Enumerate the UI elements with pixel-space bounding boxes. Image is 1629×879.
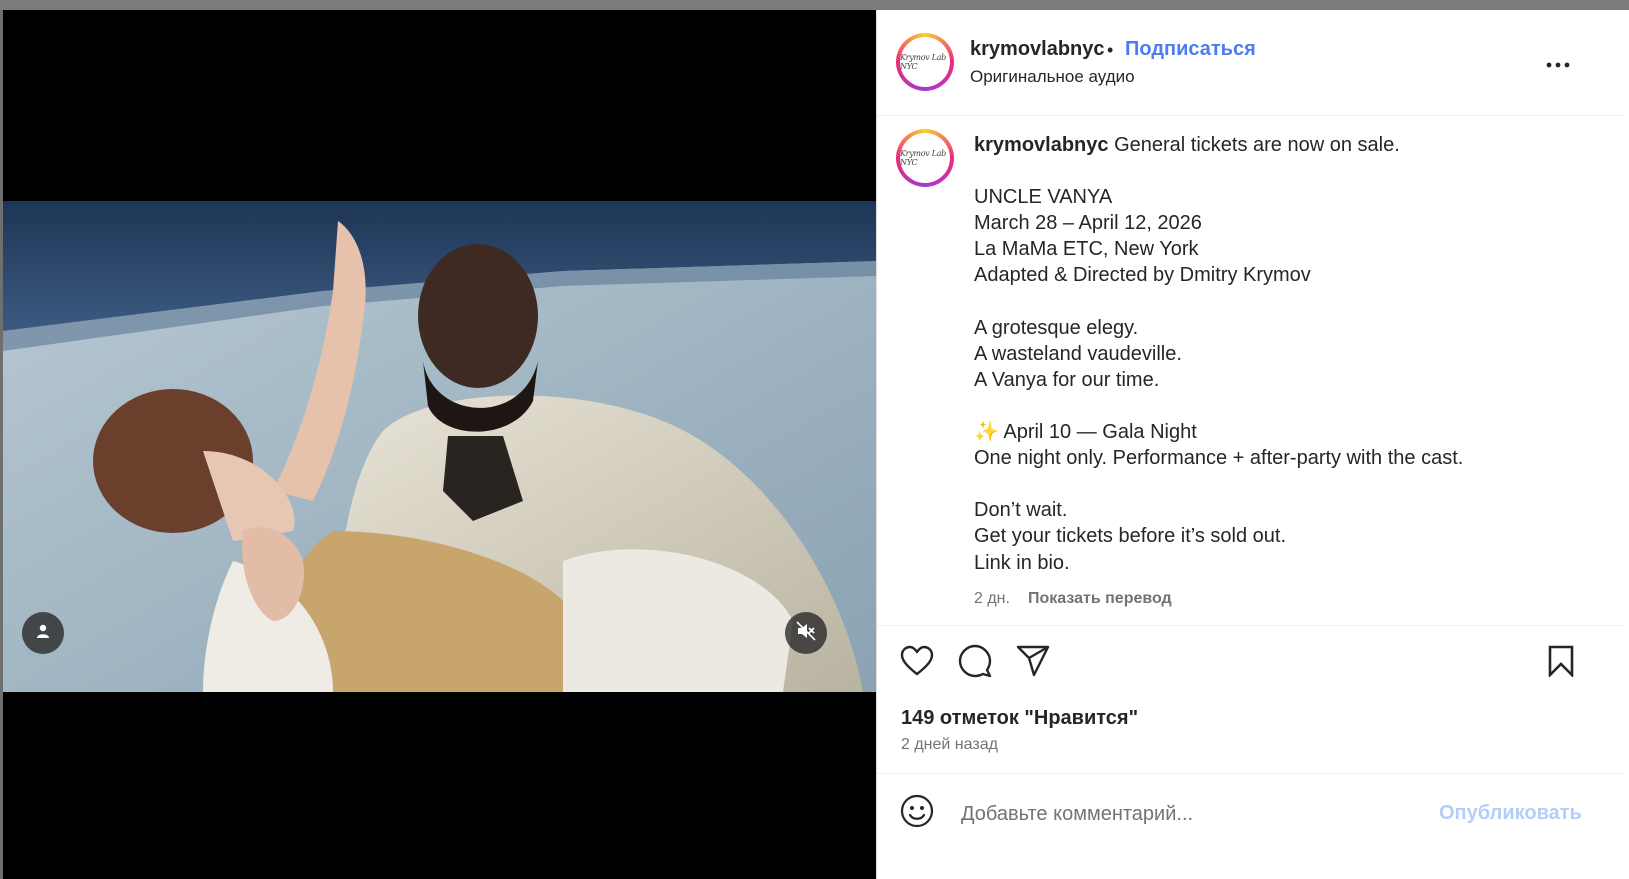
caption-line: Get your tickets before it’s sold out. <box>974 525 1287 548</box>
caption-line <box>974 289 1594 315</box>
caption-line: A Vanya for our time. <box>974 368 1160 391</box>
post-date[interactable]: 2 дней назад <box>901 736 998 754</box>
video-frame <box>3 201 876 692</box>
divider <box>877 773 1626 774</box>
more-options-button[interactable] <box>1545 45 1571 76</box>
share-button[interactable] <box>1015 645 1051 681</box>
post-sidebar: Krymov Lab NYC krymovlabnyc • Подписатьс… <box>876 10 1626 879</box>
caption-line <box>974 471 1594 497</box>
caption-line: Adapted & Directed by Dmitry Krymov <box>974 264 1311 287</box>
post-header: Krymov Lab NYC krymovlabnyc • Подписатьс… <box>877 10 1626 116</box>
share-icon <box>1016 644 1050 683</box>
user-tag-icon <box>35 623 51 644</box>
post-dialog: Krymov Lab NYC krymovlabnyc • Подписатьс… <box>3 10 1629 879</box>
divider <box>877 625 1626 626</box>
tag-user-button[interactable] <box>22 612 64 654</box>
caption-lead: General tickets are now on sale. <box>1108 134 1400 156</box>
top-strip <box>0 0 1629 10</box>
audio-label[interactable]: Оригинальное аудио <box>970 67 1135 87</box>
caption-line: One night only. Performance + after-part… <box>974 447 1464 470</box>
screen-backdrop: Krymov Lab NYC krymovlabnyc • Подписатьс… <box>0 0 1629 879</box>
caption-timestamp[interactable]: 2 дн. <box>974 590 1010 608</box>
emoji-icon <box>900 794 934 833</box>
author-avatar[interactable]: Krymov Lab NYC <box>896 33 954 91</box>
save-button[interactable] <box>1543 645 1579 681</box>
avatar-logo: Krymov Lab NYC <box>900 37 950 87</box>
bookmark-icon <box>1547 645 1575 682</box>
caption-line: UNCLE VANYA <box>974 186 1113 209</box>
caption-avatar-logo: Krymov Lab NYC <box>900 133 950 183</box>
caption-avatar[interactable]: Krymov Lab NYC <box>896 129 954 187</box>
caption-line: Link in bio. <box>974 551 1070 574</box>
caption-line <box>974 158 1594 184</box>
media-area <box>3 10 876 879</box>
caption-line: A grotesque elegy. <box>974 316 1139 339</box>
more-horizontal-icon <box>1545 45 1571 75</box>
likes-count[interactable]: 149 отметок "Нравится" <box>901 707 1138 730</box>
comment-input[interactable] <box>959 798 1403 830</box>
caption-line: Don’t wait. <box>974 499 1068 522</box>
like-button[interactable] <box>899 645 935 681</box>
head-shape <box>418 244 538 388</box>
post-video[interactable] <box>3 201 876 692</box>
mute-toggle-button[interactable] <box>785 612 827 654</box>
comment-button[interactable] <box>957 644 993 683</box>
caption-first-line: krymovlabnyc General tickets are now on … <box>974 132 1594 158</box>
comment-icon <box>958 644 992 683</box>
author-username[interactable]: krymovlabnyc <box>970 38 1105 61</box>
caption-line <box>974 393 1594 419</box>
publish-button[interactable]: Опубликовать <box>1439 802 1582 825</box>
muted-speaker-icon <box>796 620 816 646</box>
post-caption: krymovlabnyc General tickets are now on … <box>974 132 1594 576</box>
show-translation-link[interactable]: Показать перевод <box>1028 590 1172 608</box>
caption-line: La MaMa ETC, New York <box>974 238 1199 261</box>
caption-line: March 28 – April 12, 2026 <box>974 212 1202 235</box>
heart-icon <box>900 645 934 682</box>
caption-line: ✨ April 10 — Gala Night <box>974 421 1197 444</box>
follow-button[interactable]: Подписаться <box>1125 38 1256 61</box>
caption-username[interactable]: krymovlabnyc <box>974 134 1109 156</box>
caption-line: A wasteland vaudeville. <box>974 342 1182 365</box>
emoji-button[interactable] <box>899 794 935 833</box>
header-separator: • <box>1107 40 1114 60</box>
